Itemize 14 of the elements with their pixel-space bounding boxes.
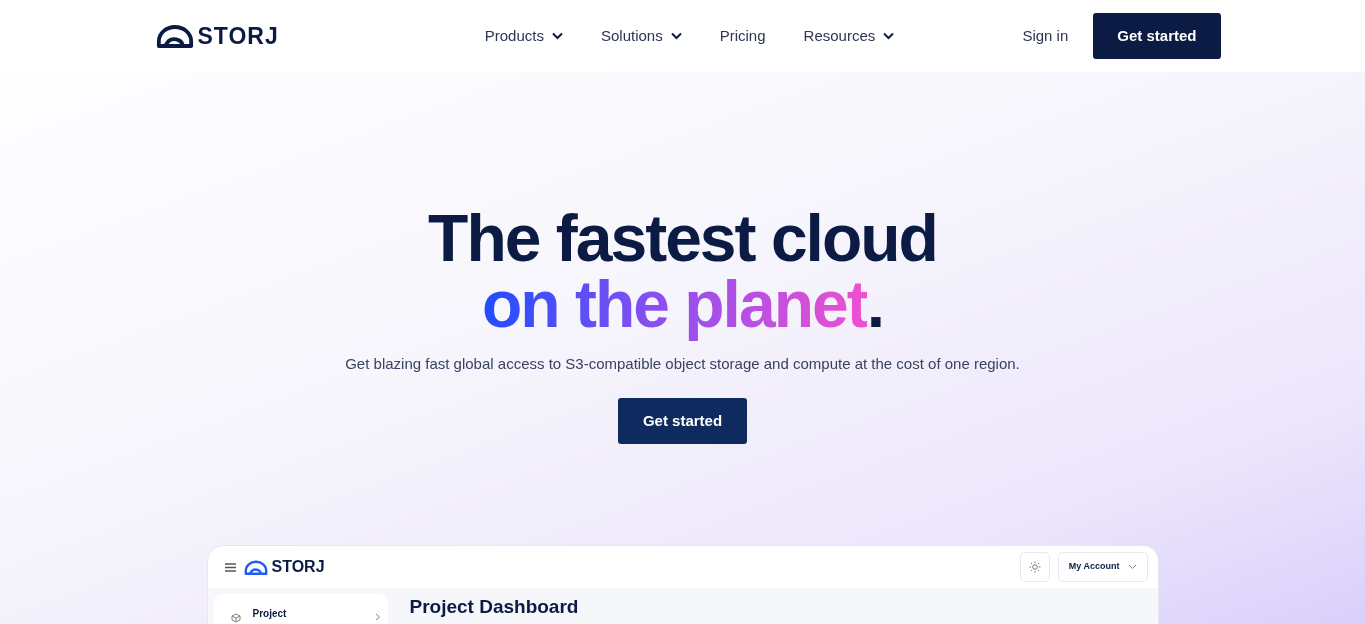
sign-in-link[interactable]: Sign in [1022,24,1069,48]
nav-link[interactable]: Solutions [601,24,682,48]
get-started-button[interactable]: Get started [617,397,748,444]
logo-text: STORJ [271,557,325,577]
nav-link[interactable]: Products [484,24,563,48]
nav-link[interactable]: Pricing [719,24,766,48]
page-heading: Project Dashboard [409,597,579,617]
nav-link[interactable]: Resources [803,24,895,48]
headline: The fastest cloud [428,201,937,275]
logo[interactable]: STORJ [155,18,279,54]
subtitle: Get blazing fast global access to S3-compatible object storage and compute at the cost of one region. [345,355,1020,372]
sidebar-item[interactable]: Project [252,606,287,624]
account-dropdown[interactable]: My Account [1057,552,1148,582]
get-started-button[interactable]: Get started [1093,12,1221,60]
